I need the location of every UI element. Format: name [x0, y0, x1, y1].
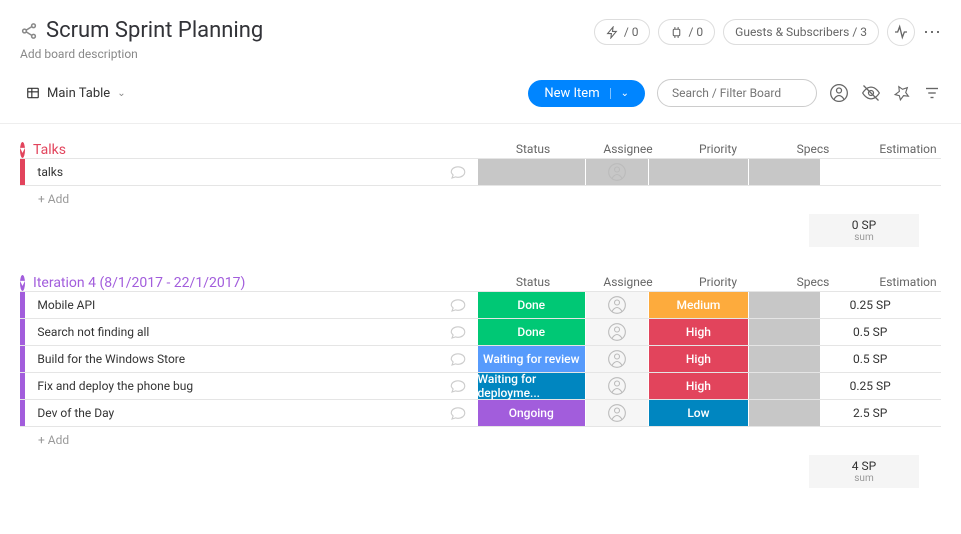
main-table-view[interactable]: Main Table ⌄: [20, 82, 132, 105]
table-row[interactable]: Search not finding all Done High 0.5 SP: [20, 318, 941, 345]
status-cell[interactable]: Done: [477, 319, 585, 345]
item-name[interactable]: Fix and deploy the phone bug: [25, 373, 440, 399]
estimation-cell[interactable]: 2.5 SP: [820, 400, 919, 426]
estimation-cell[interactable]: [820, 159, 919, 185]
board-description[interactable]: Add board description: [20, 47, 263, 61]
priority-cell[interactable]: [648, 159, 747, 185]
item-name[interactable]: Mobile API: [25, 292, 440, 318]
column-header[interactable]: Assignee: [593, 142, 663, 158]
group-title[interactable]: Iteration 4 (8/1/2017 - 22/1/2017): [33, 275, 473, 291]
table-row[interactable]: talks: [20, 158, 941, 185]
item-name[interactable]: Dev of the Day: [25, 400, 440, 426]
assignee-cell[interactable]: [585, 159, 648, 185]
specs-cell[interactable]: [748, 292, 820, 318]
chat-icon[interactable]: [440, 159, 476, 185]
pin-icon[interactable]: [893, 84, 911, 102]
more-menu-icon[interactable]: ⋯: [923, 22, 941, 43]
column-header[interactable]: Status: [473, 142, 593, 158]
assignee-cell[interactable]: [585, 373, 648, 399]
group-toggle-icon[interactable]: ▾: [20, 142, 25, 158]
guests-label: Guests & Subscribers / 3: [735, 25, 867, 39]
new-item-label: New Item: [544, 86, 599, 101]
table-row[interactable]: Dev of the Day Ongoing Low 2.5 SP: [20, 399, 941, 426]
chat-icon[interactable]: [440, 292, 476, 318]
search-input[interactable]: [657, 79, 817, 107]
specs-cell[interactable]: [748, 159, 820, 185]
estimation-sum: 4 SPsum: [809, 455, 919, 488]
group-toggle-icon[interactable]: ▾: [20, 275, 25, 291]
eye-off-icon[interactable]: [861, 83, 881, 103]
share-icon: [20, 22, 38, 40]
robot-count: / 0: [688, 25, 703, 39]
chat-icon[interactable]: [440, 319, 476, 345]
chat-icon[interactable]: [440, 373, 476, 399]
column-header[interactable]: Estimation: [853, 275, 961, 291]
item-name[interactable]: Build for the Windows Store: [25, 346, 440, 372]
column-header[interactable]: Status: [473, 275, 593, 291]
item-name[interactable]: Search not finding all: [25, 319, 440, 345]
assignee-cell[interactable]: [585, 400, 648, 426]
specs-cell[interactable]: [748, 346, 820, 372]
estimation-cell[interactable]: 0.5 SP: [820, 319, 919, 345]
filter-icon[interactable]: [923, 84, 941, 102]
chevron-down-icon[interactable]: ⌄: [610, 88, 629, 99]
priority-cell[interactable]: High: [648, 346, 747, 372]
status-cell[interactable]: [477, 159, 585, 185]
add-item-label: + Add: [26, 192, 69, 206]
group-title[interactable]: Talks: [33, 142, 473, 158]
page-title: Scrum Sprint Planning: [46, 18, 263, 43]
person-icon[interactable]: [829, 83, 849, 103]
specs-cell[interactable]: [748, 319, 820, 345]
table-row[interactable]: Fix and deploy the phone bug Waiting for …: [20, 372, 941, 399]
estimation-sum: 0 SPsum: [809, 214, 919, 247]
add-item-row[interactable]: + Add: [20, 185, 941, 212]
priority-cell[interactable]: Low: [648, 400, 747, 426]
estimation-cell[interactable]: 0.5 SP: [820, 346, 919, 372]
assignee-cell[interactable]: [585, 292, 648, 318]
table-row[interactable]: Build for the Windows Store Waiting for r…: [20, 345, 941, 372]
column-header[interactable]: Specs: [773, 142, 853, 158]
column-header[interactable]: Estimation: [853, 142, 961, 158]
specs-cell[interactable]: [748, 400, 820, 426]
add-item-row[interactable]: + Add: [20, 426, 941, 453]
assignee-cell[interactable]: [585, 346, 648, 372]
column-header[interactable]: Specs: [773, 275, 853, 291]
new-item-button[interactable]: New Item ⌄: [528, 80, 645, 107]
table-row[interactable]: Mobile API Done Medium 0.25 SP: [20, 291, 941, 318]
item-name[interactable]: talks: [25, 159, 440, 185]
priority-cell[interactable]: Medium: [648, 292, 747, 318]
chevron-down-icon: ⌄: [117, 88, 125, 99]
status-cell[interactable]: Waiting for deployme...: [477, 373, 585, 399]
add-item-label: + Add: [26, 433, 69, 447]
column-header[interactable]: Assignee: [593, 275, 663, 291]
column-header[interactable]: Priority: [663, 275, 773, 291]
status-cell[interactable]: Waiting for review: [477, 346, 585, 372]
integrations-pill[interactable]: / 0: [658, 19, 715, 45]
assignee-cell[interactable]: [585, 319, 648, 345]
column-header[interactable]: Priority: [663, 142, 773, 158]
table-icon: [26, 86, 40, 100]
estimation-cell[interactable]: 0.25 SP: [820, 373, 919, 399]
chat-icon[interactable]: [440, 346, 476, 372]
guests-pill[interactable]: Guests & Subscribers / 3: [723, 19, 879, 45]
activity-icon[interactable]: [887, 18, 915, 46]
bolt-count: / 0: [624, 25, 639, 39]
automations-pill[interactable]: / 0: [594, 19, 651, 45]
specs-cell[interactable]: [748, 373, 820, 399]
priority-cell[interactable]: High: [648, 319, 747, 345]
status-cell[interactable]: Done: [477, 292, 585, 318]
chat-icon[interactable]: [440, 400, 476, 426]
priority-cell[interactable]: High: [648, 373, 747, 399]
status-cell[interactable]: Ongoing: [477, 400, 585, 426]
estimation-cell[interactable]: 0.25 SP: [820, 292, 919, 318]
main-table-label: Main Table: [47, 86, 110, 101]
